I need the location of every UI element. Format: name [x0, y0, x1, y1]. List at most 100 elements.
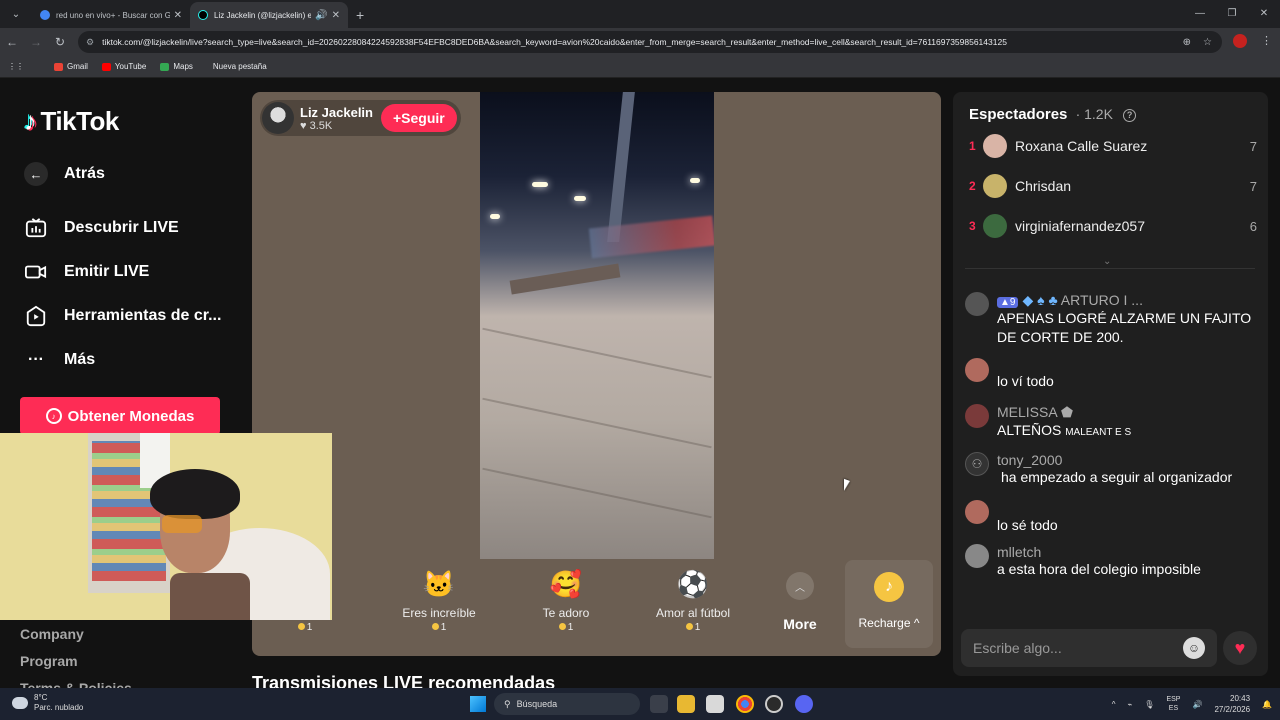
- bookmark-youtube[interactable]: YouTube: [101, 62, 146, 71]
- chat-text: a esta hora del colegio imposible: [997, 561, 1201, 577]
- host-avatar[interactable]: [262, 102, 294, 134]
- chat-user[interactable]: mlletch: [997, 544, 1260, 560]
- chrome-icon[interactable]: [736, 695, 754, 713]
- gift-item[interactable]: 🥰 Te adoro 1: [511, 560, 621, 634]
- chat-user[interactable]: ARTURO I ...: [1061, 292, 1143, 308]
- nav-go-live[interactable]: Emitir LIVE: [24, 260, 149, 284]
- gift-item[interactable]: ⚽ Amor al fútbol 1: [638, 560, 748, 634]
- more-gifts-button[interactable]: ︿ More: [770, 560, 830, 632]
- chat-input[interactable]: [973, 640, 1183, 656]
- top-viewer[interactable]: 3 virginiafernandez057 6: [969, 212, 1257, 240]
- chat-text: lo sé todo: [997, 517, 1058, 533]
- language-indicator[interactable]: ESP ES: [1166, 695, 1180, 713]
- bookmark-label: Gmail: [67, 62, 88, 71]
- browser-tab-tiktok[interactable]: Liz Jackelin (@lizjackelin) está en vivo…: [190, 2, 348, 28]
- task-view-icon[interactable]: [650, 695, 668, 713]
- bookmark-maps[interactable]: Maps: [160, 62, 193, 71]
- emoji-icon[interactable]: ☺: [1183, 637, 1205, 659]
- reload-icon[interactable]: ↻: [48, 35, 72, 49]
- viewers-chat-panel: Espectadores · 1.2K ? 1 Roxana Calle Sua…: [953, 92, 1268, 676]
- live-video[interactable]: [480, 92, 714, 559]
- file-explorer-icon[interactable]: [677, 695, 695, 713]
- time: 20:43: [1230, 694, 1251, 703]
- top-viewer[interactable]: 2 Chrisdan 7: [969, 172, 1257, 200]
- close-window-icon[interactable]: ✕: [1248, 0, 1280, 28]
- clock[interactable]: 20:43 27/2/2026: [1214, 693, 1250, 715]
- bookmark-star-icon[interactable]: ☆: [1203, 37, 1212, 48]
- cloud-icon: [12, 697, 28, 709]
- zoom-icon[interactable]: ⊕: [1183, 37, 1191, 48]
- close-tab-icon[interactable]: ✕: [332, 10, 340, 21]
- top-viewer[interactable]: 1 Roxana Calle Suarez 7: [969, 132, 1257, 160]
- recharge-button[interactable]: ♪ Recharge ^: [845, 560, 933, 648]
- date: 27/2/2026: [1214, 705, 1251, 714]
- tab-search-icon[interactable]: ⌄: [4, 2, 28, 26]
- gift-item[interactable]: 🐱 Eres increíble 1: [384, 560, 494, 634]
- avatar[interactable]: [965, 358, 989, 382]
- expand-chevron-icon[interactable]: ⌄: [1103, 256, 1111, 267]
- more-dots-icon: ···: [28, 351, 44, 368]
- video-bench: [509, 263, 621, 295]
- obs-icon[interactable]: [765, 695, 783, 713]
- notifications-icon[interactable]: 🔔: [1262, 700, 1272, 709]
- network-icon[interactable]: ⌁: [1127, 700, 1132, 709]
- forward-icon[interactable]: →: [24, 35, 48, 49]
- audio-icon[interactable]: 🔊: [315, 10, 327, 21]
- coin-icon: ♪: [45, 408, 62, 424]
- discord-icon[interactable]: [795, 695, 813, 713]
- avatar[interactable]: [965, 544, 989, 568]
- info-icon[interactable]: ?: [1123, 109, 1137, 122]
- chat-text-small: MALEANT E S: [1065, 427, 1132, 438]
- profile-avatar[interactable]: [1233, 34, 1247, 48]
- get-coins-button[interactable]: ♪ Obtener Monedas: [20, 397, 220, 435]
- viewer-score: 7: [1249, 138, 1257, 154]
- weather-widget[interactable]: 8°C Parc. nublado: [12, 693, 83, 713]
- avatar[interactable]: [965, 292, 989, 316]
- menu-kebab-icon[interactable]: ⋮: [1261, 34, 1272, 48]
- search-icon: ⚲: [504, 698, 511, 709]
- like-heart-button[interactable]: ♥: [1223, 631, 1257, 665]
- price-value: 1: [567, 622, 574, 633]
- nav-creator-tools[interactable]: Herramientas de cr...: [24, 304, 221, 328]
- back-link[interactable]: ← Atrás: [24, 162, 105, 186]
- chat-message: MELISSA ⬟ ALTEÑOS MALEANT E S: [965, 404, 1260, 442]
- nav-discover-live[interactable]: Descubrir LIVE: [24, 216, 179, 240]
- footer-program[interactable]: Program: [20, 653, 78, 669]
- windows-start-icon[interactable]: [470, 696, 486, 712]
- bookmark-gmail[interactable]: Gmail: [54, 62, 88, 71]
- browser-tab-google[interactable]: red uno en vivo+ - Buscar con Google ✕: [32, 2, 190, 28]
- close-tab-icon[interactable]: ✕: [174, 10, 182, 21]
- apps-grid-icon[interactable]: ⋮⋮: [8, 62, 24, 71]
- avatar[interactable]: [965, 500, 989, 524]
- viewer-name: Chrisdan: [1015, 178, 1072, 194]
- chat-user[interactable]: MELISSA: [997, 404, 1057, 420]
- footer-terms[interactable]: Terms & Policies: [20, 680, 132, 688]
- address-bar[interactable]: ⚙ tiktok.com/@lizjackelin/live?search_ty…: [78, 31, 1222, 53]
- maps-icon: [160, 62, 170, 71]
- store-icon[interactable]: [706, 695, 724, 713]
- site-info-icon[interactable]: ⚙: [86, 37, 94, 48]
- badge-level: 9: [1009, 297, 1016, 308]
- avatar[interactable]: [965, 404, 989, 428]
- footer-company[interactable]: Company: [20, 626, 84, 642]
- viewer-name: Roxana Calle Suarez: [1015, 138, 1148, 154]
- follow-button[interactable]: + Seguir: [380, 104, 457, 132]
- tiktok-logo[interactable]: ♪ TikTok: [24, 106, 119, 137]
- chat-text: ALTEÑOS: [997, 422, 1062, 438]
- back-icon[interactable]: ←: [0, 35, 24, 49]
- minimize-icon[interactable]: —: [1184, 0, 1216, 28]
- chat-user[interactable]: tony_2000: [997, 452, 1260, 468]
- bookmark-new-tab[interactable]: Nueva pestaña: [213, 62, 267, 71]
- microphone-icon[interactable]: 🎙: [1144, 700, 1154, 709]
- nav-more[interactable]: ··· Más: [24, 348, 95, 372]
- volume-icon[interactable]: 🔊: [1192, 700, 1202, 709]
- gift-bar: 🌹 Rosa 1 🐱 Eres increíble 1 🥰 Te adoro 1…: [260, 560, 933, 654]
- chevron-up-icon[interactable]: ^: [1112, 700, 1116, 709]
- host-info[interactable]: Liz Jackelin ♥ 3.5K + Seguir: [260, 100, 461, 136]
- maximize-icon[interactable]: ❐: [1216, 0, 1248, 28]
- temperature: 8°C: [34, 693, 48, 702]
- webcam-overlay: [0, 433, 332, 620]
- new-tab-icon[interactable]: +: [356, 7, 364, 23]
- taskbar-search[interactable]: ⚲ Búsqueda: [494, 693, 640, 715]
- viewer-rank: 1: [969, 139, 976, 153]
